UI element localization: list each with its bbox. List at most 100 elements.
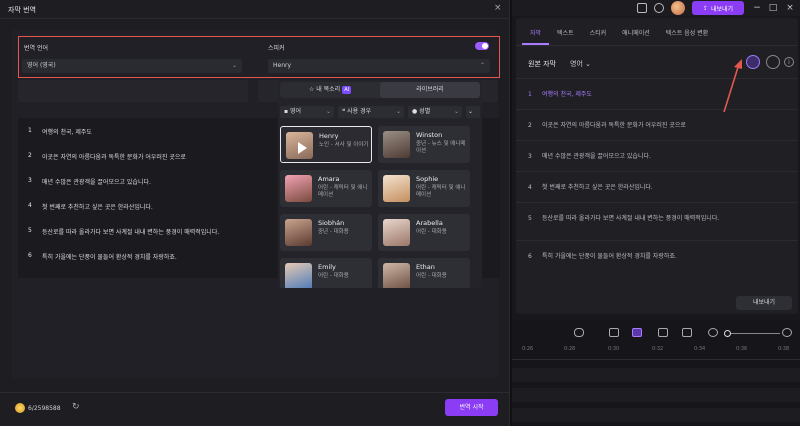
tab-subtitle[interactable]: 자막: [522, 28, 550, 45]
tick-label: 0:26: [522, 346, 534, 352]
language-panel: [18, 80, 248, 102]
list-item[interactable]: 3 매년 수많은 관광객을 끌어모으고 있습니다.: [516, 140, 798, 171]
chevron-down-icon: ⌄: [468, 108, 474, 115]
row-text: 매년 수많은 관광객을 끌어모으고 있습니다.: [542, 153, 651, 160]
info-icon[interactable]: i: [784, 57, 794, 67]
voice-card-sophie[interactable]: Sophie 어린 - 캐릭터 및 애니메이션: [378, 170, 470, 207]
zoom-in-icon[interactable]: [782, 328, 792, 337]
tab-animation[interactable]: 애니메이션: [614, 28, 658, 45]
voice-name: Sophie: [416, 175, 439, 183]
more-filters[interactable]: ⌄: [466, 106, 480, 118]
source-language-value: 영어: [570, 60, 583, 68]
tab-library[interactable]: 라이브러리: [380, 82, 480, 98]
link-icon[interactable]: [609, 328, 619, 337]
language-filter-value: 영어: [290, 108, 302, 115]
voice-desc: 어린 - 대화용: [318, 273, 349, 279]
source-language-select[interactable]: 영어 ⌄: [570, 59, 591, 69]
row-number: 3: [28, 177, 32, 184]
row-text: 특히 가을에는 단풍이 물들어 환상적 경치를 자랑하죠.: [42, 254, 177, 261]
download-icon[interactable]: [654, 3, 664, 13]
row-number: 4: [28, 202, 32, 209]
microphone-icon[interactable]: [574, 328, 584, 337]
annotation-arrow: [723, 59, 742, 113]
zoom-slider[interactable]: [726, 333, 780, 334]
list-item[interactable]: 2 이곳은 자연의 아름다움과 독특한 문화가 어우러진 곳으로: [516, 109, 798, 140]
voice-card-emily[interactable]: Emily 어린 - 대화용: [280, 258, 372, 288]
list-item[interactable]: 1 여행의 천국, 제주도: [516, 78, 798, 109]
export-button[interactable]: 내보내기: [736, 296, 792, 310]
list-item[interactable]: 5 등산로를 따라 올라가다 보면 사계절 내내 변하는 풍경이 매력적입니다.: [516, 202, 798, 240]
row-number: 5: [528, 215, 532, 222]
chevron-down-icon: ⌄: [325, 108, 331, 115]
row-number: 6: [528, 253, 532, 260]
split-icon[interactable]: [632, 328, 642, 337]
close-icon[interactable]: ×: [494, 3, 502, 13]
subtitle-list: 1 여행의 천국, 제주도 2 이곳은 자연의 아름다움과 독특한 문화가 어우러진…: [516, 78, 798, 271]
timeline-track[interactable]: [512, 388, 800, 402]
loop-icon[interactable]: [682, 328, 692, 337]
voice-avatar: [383, 263, 410, 288]
chevron-down-icon: ⌄: [585, 60, 591, 68]
avatar[interactable]: [671, 1, 685, 15]
tab-my-voice[interactable]: ☆ 내 목소리 AI: [280, 82, 380, 98]
editor-panel: ⇪ 내보내기 − □ × 자막 텍스트 스티커 애니메이션 텍스트 음성 변환 …: [512, 0, 800, 426]
close-window-icon[interactable]: ×: [784, 2, 796, 14]
maximize-icon[interactable]: □: [767, 2, 779, 14]
timeline-track[interactable]: [512, 408, 800, 422]
list-item[interactable]: 4 첫 번째로 추천하고 싶은 곳은 한라산입니다.: [516, 171, 798, 202]
tab-tts[interactable]: 텍스트 음성 변환: [658, 28, 716, 45]
screen: ⇪ 내보내기 − □ × 자막 텍스트 스티커 애니메이션 텍스트 음성 변환 …: [0, 0, 800, 426]
zoom-slider-handle[interactable]: [724, 330, 731, 337]
voice-card-ethan[interactable]: Ethan 어린 - 대화용: [378, 258, 470, 288]
voice-desc: 노인 - 서사 및 이야기: [319, 142, 369, 148]
upload-icon: ⇪: [702, 4, 708, 12]
voice-name: Henry: [319, 132, 339, 140]
chevron-down-icon: ⌄: [453, 108, 459, 115]
start-translate-button[interactable]: 번역 시작: [445, 399, 498, 416]
settings-icon[interactable]: [766, 55, 780, 69]
row-number: 2: [28, 152, 32, 159]
voice-card-amara[interactable]: Amara 어린 - 캐릭터 및 애니메이션: [280, 170, 372, 207]
tab-text[interactable]: 텍스트: [549, 28, 582, 45]
tab-my-voice-label: 내 목소리: [316, 86, 341, 93]
voice-avatar: [383, 219, 410, 246]
tick-label: 0:38: [778, 346, 790, 352]
timeline-track[interactable]: [512, 368, 800, 382]
translate-icon[interactable]: [746, 55, 760, 69]
gender-filter[interactable]: ● 성별 ⌄: [408, 106, 462, 118]
refresh-icon[interactable]: ↻: [72, 402, 80, 412]
chat-icon[interactable]: [637, 3, 647, 13]
zoom-out-icon[interactable]: [708, 328, 718, 337]
timeline-toolbar: [512, 326, 800, 340]
tab-sticker[interactable]: 스티커: [582, 28, 615, 45]
export-top-button[interactable]: ⇪ 내보내기: [692, 1, 744, 15]
row-number: 1: [528, 91, 532, 98]
list-item[interactable]: 6 특히 가을에는 단풍이 물들어 환상적 경치를 자랑하죠.: [516, 240, 798, 271]
quote-icon: ❝: [342, 108, 346, 115]
unlink-icon[interactable]: [658, 328, 668, 337]
voice-avatar: [286, 132, 313, 159]
voice-card-winston[interactable]: Winston 중년 - 뉴스 및 애니메이션: [378, 126, 470, 163]
row-text: 여행의 천국, 제주도: [42, 129, 92, 136]
usage-filter[interactable]: ❝ 사용 경우 ⌄: [338, 106, 404, 118]
voice-avatar: [285, 175, 312, 202]
voice-name: Winston: [416, 131, 443, 139]
timeline: 0:26 0:28 0:30 0:32 0:34 0:36 0:38: [512, 320, 800, 426]
row-text: 이곳은 자연의 아름다움과 독특한 문화가 어우러진 곳으로: [42, 154, 186, 161]
voice-card-arabella[interactable]: Arabella 어린 - 대화용: [378, 214, 470, 251]
play-icon[interactable]: [298, 142, 307, 154]
voice-name: Siobhán: [318, 219, 345, 227]
tick-label: 0:30: [608, 346, 620, 352]
row-number: 4: [528, 184, 532, 191]
star-icon: ☆: [308, 86, 315, 93]
export-top-label: 내보내기: [710, 5, 734, 13]
language-filter[interactable]: ▪ 영어 ⌄: [280, 106, 334, 118]
voice-card-siobhan[interactable]: Siobhán 중년 - 대화용: [280, 214, 372, 251]
tick-label: 0:34: [694, 346, 706, 352]
tick-label: 0:36: [736, 346, 748, 352]
voice-picker: ☆ 내 목소리 AI 라이브러리 ▪ 영어 ⌄ ❝ 사용 경우 ⌄ ● 성별 ⌄ …: [278, 80, 482, 288]
minimize-icon[interactable]: −: [751, 2, 763, 14]
voice-card-henry[interactable]: Henry 노인 - 서사 및 이야기: [280, 126, 372, 163]
row-number: 2: [528, 122, 532, 129]
tick-label: 0:32: [652, 346, 664, 352]
